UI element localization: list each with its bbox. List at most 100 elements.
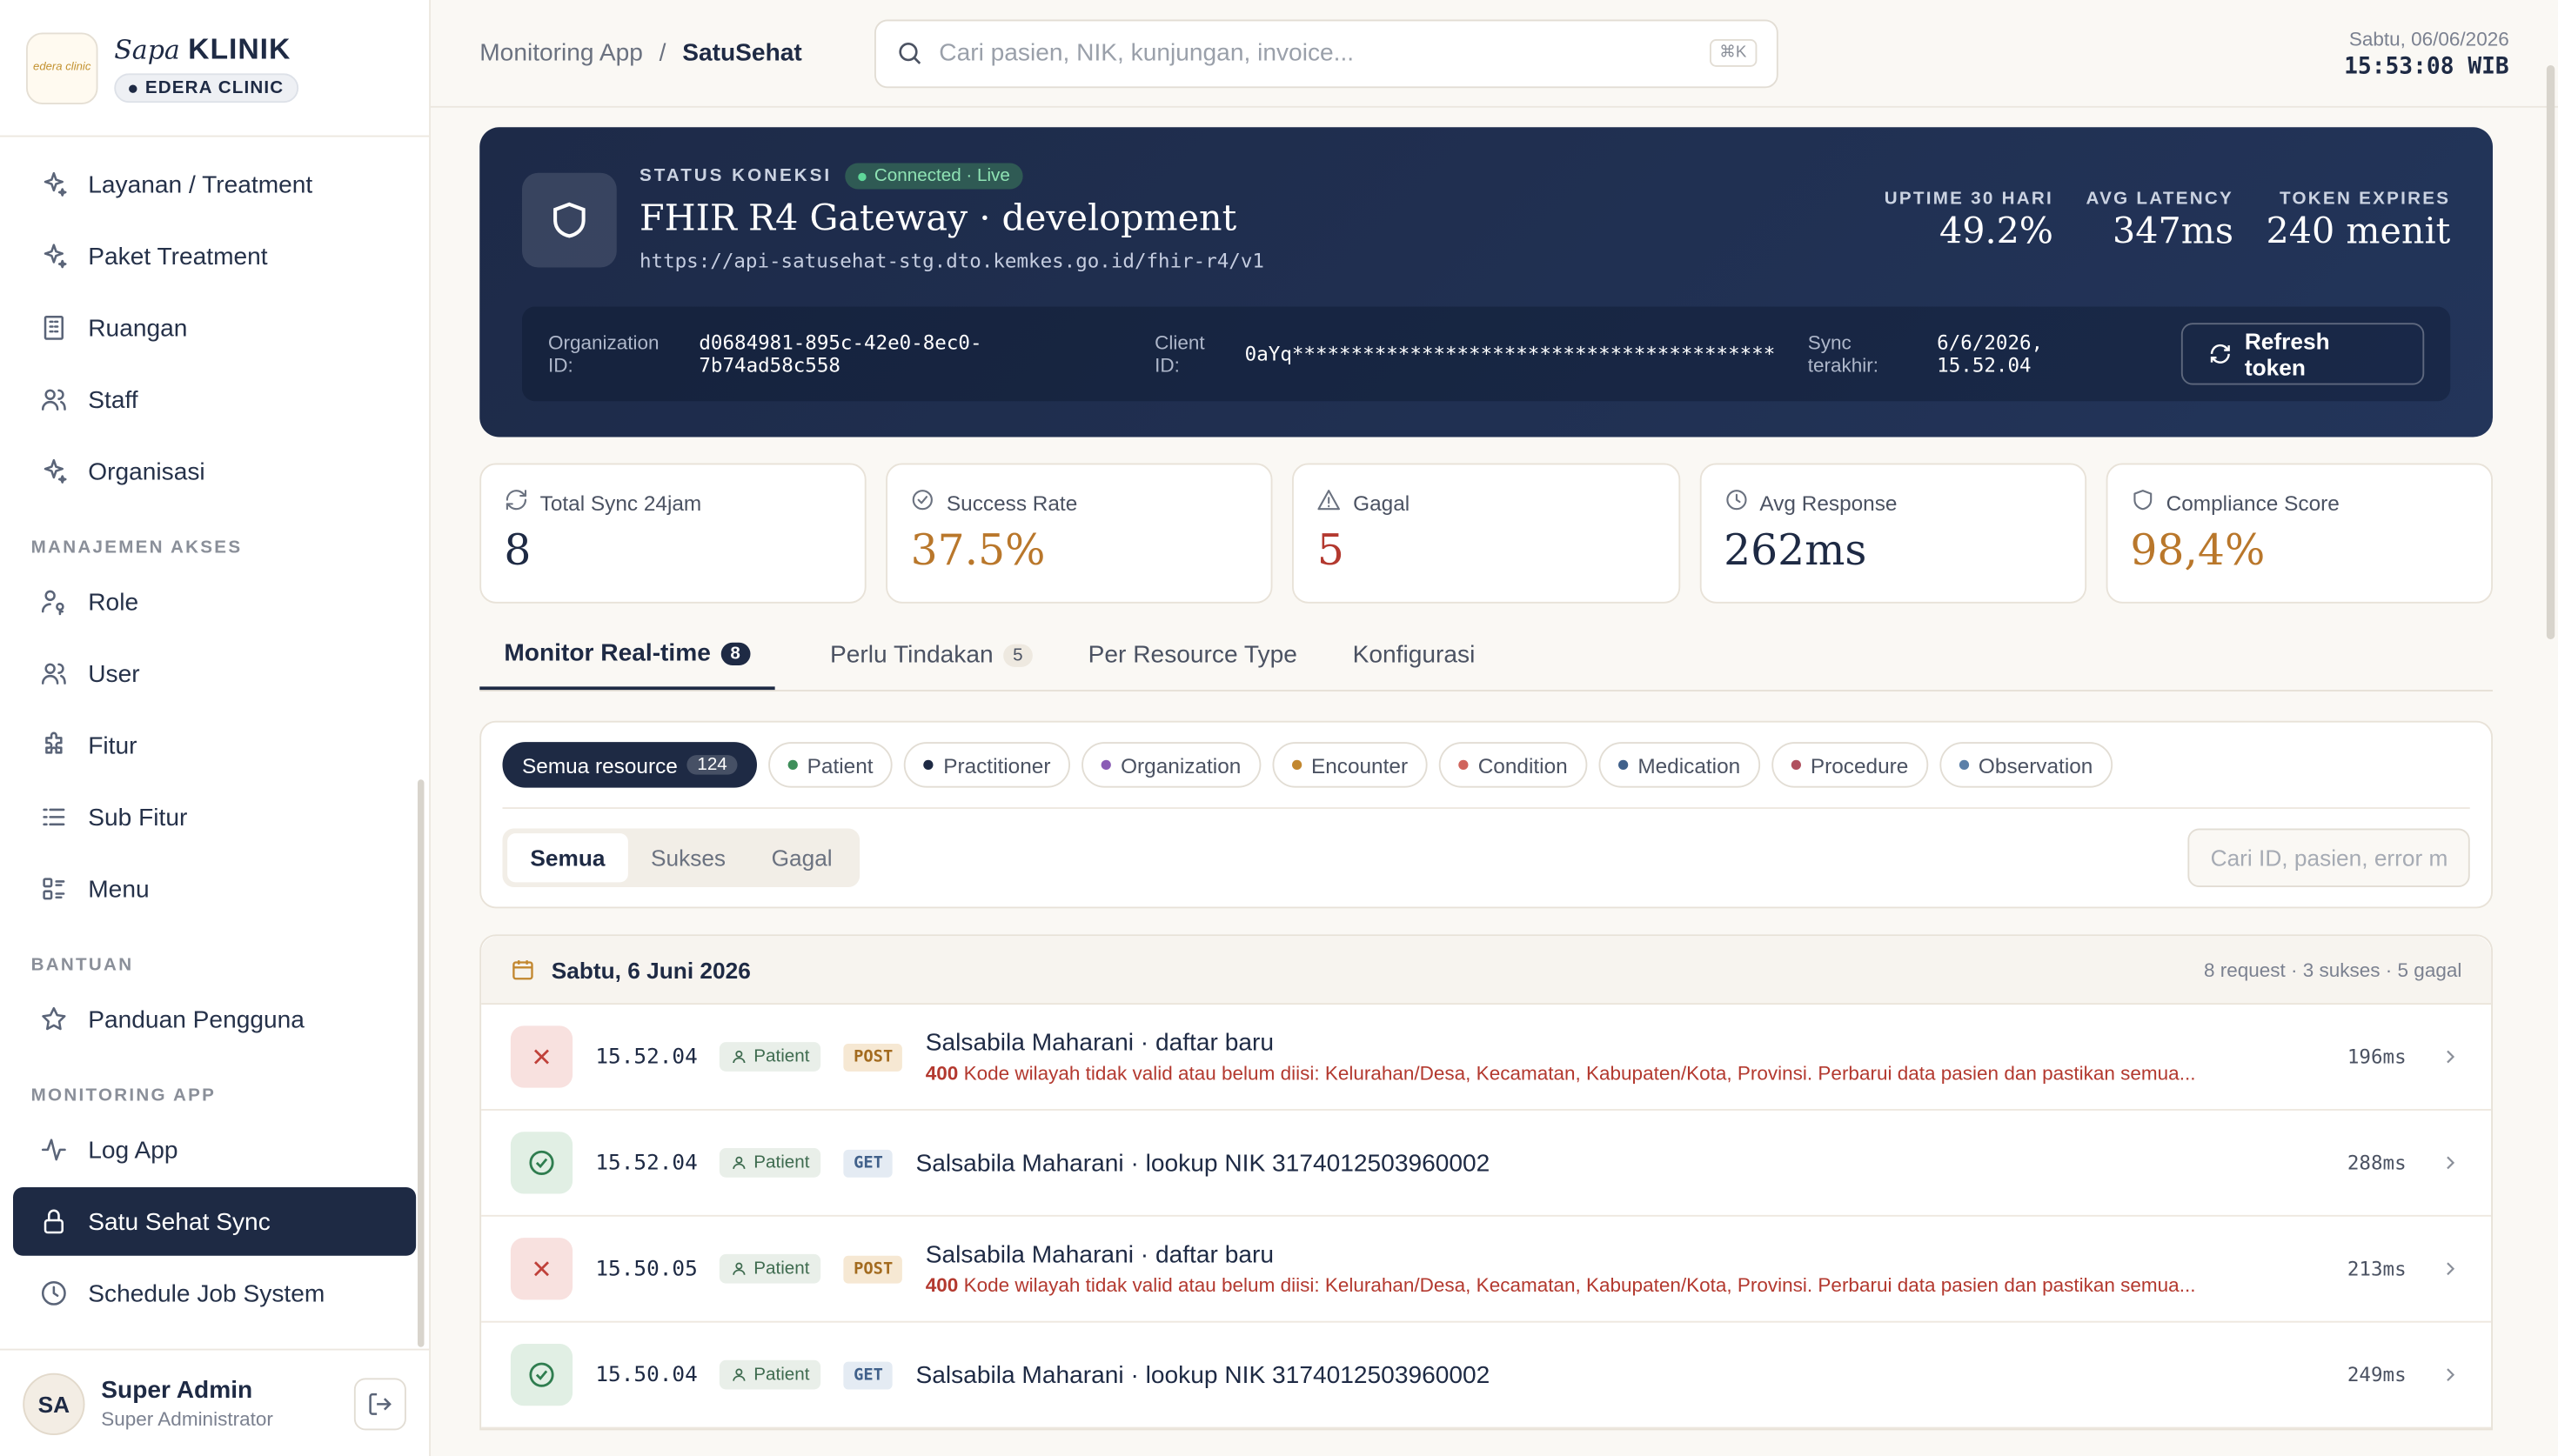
chevron-right-icon [2447, 1262, 2455, 1276]
filter-panel: Semua resource 124 Patient Practitioner Orga… [479, 720, 2493, 909]
chip-semua-resource[interactable]: Semua resource 124 [502, 742, 757, 788]
chevron-right-icon [2447, 1050, 2455, 1064]
tab-per-resource-type[interactable]: Per Resource Type [1088, 639, 1297, 690]
sidebar-item-role[interactable]: Role [13, 568, 416, 637]
log-group-header: Sabtu, 6 Juni 2026 8 request · 3 sukses … [481, 936, 2492, 1005]
segment-sukses[interactable]: Sukses [628, 833, 749, 882]
resource-dot [1291, 759, 1302, 770]
sidebar-item-label: Organisasi [88, 457, 205, 485]
chip-label: Medication [1637, 752, 1741, 778]
table-row[interactable]: 15.52.04 Patient GET Salsabila Maharani … [481, 1111, 2492, 1217]
http-method-badge: POST [843, 1043, 903, 1071]
resource-dot [1458, 759, 1469, 770]
row-time: 15.50.05 [595, 1256, 698, 1281]
chip-procedure[interactable]: Procedure [1771, 742, 1928, 788]
metric-value: 240 menit [2266, 211, 2451, 253]
sidebar-item-organisasi[interactable]: Organisasi [13, 437, 416, 506]
puzzle-icon [45, 731, 63, 754]
stat-value: 37.5% [910, 526, 1046, 576]
sidebar-item-staff[interactable]: Staff [13, 365, 416, 434]
stat-label: Success Rate [946, 490, 1078, 515]
chip-practitioner[interactable]: Practitioner [904, 742, 1070, 788]
chip-patient[interactable]: Patient [767, 742, 894, 788]
users-icon [41, 663, 66, 685]
chip-label: Practitioner [943, 752, 1051, 778]
sidebar-item-ruangan[interactable]: Ruangan [13, 294, 416, 363]
sidebar-item-user[interactable]: User [13, 639, 416, 708]
chip-organization[interactable]: Organization [1081, 742, 1261, 788]
stat-card-gagal: Gagal 5 [1292, 463, 1680, 604]
resource-dot [923, 759, 934, 770]
user-role: Super Administrator [101, 1407, 273, 1431]
stat-card-compliance-score: Compliance Score 98,4% [2106, 463, 2494, 604]
log-search-placeholder: Cari ID, pasien, error m [2210, 845, 2448, 872]
sidebar-item-sub-fitur[interactable]: Sub Fitur [13, 783, 416, 852]
sidebar-item-paket-treatment[interactable]: Paket Treatment [13, 222, 416, 291]
table-row[interactable]: 15.50.04 Patient GET Salsabila Maharani … [481, 1323, 2492, 1429]
sidebar-item-label: User [88, 659, 140, 688]
sparkle-icon [44, 171, 67, 197]
main-scrollbar[interactable] [2546, 65, 2555, 639]
avatar[interactable]: SA [23, 1372, 85, 1435]
chip-label: Patient [807, 752, 874, 778]
metric-avg-latency: AVG LATENCY 347ms [2086, 190, 2234, 273]
log-search-input[interactable]: Cari ID, pasien, error m [2187, 828, 2470, 887]
metric-value: 347ms [2112, 211, 2234, 253]
app-name: Sapa KLINIK [114, 32, 291, 66]
sync-log-list: Sabtu, 6 Juni 2026 8 request · 3 sukses … [479, 934, 2493, 1431]
sidebar-item-label: Menu [88, 874, 150, 903]
chip-condition[interactable]: Condition [1438, 742, 1588, 788]
topbar: Monitoring App / SatuSehat Cari pasien, … [431, 0, 2558, 108]
sidebar-item-fitur[interactable]: Fitur [13, 711, 416, 780]
breadcrumb-parent[interactable]: Monitoring App [479, 39, 643, 67]
resource-dot [1617, 759, 1629, 770]
status-success-icon [510, 1344, 573, 1406]
chip-label: Condition [1477, 752, 1568, 778]
shortcut-hint: ⌘K [1709, 39, 1757, 67]
star-icon [42, 1006, 66, 1031]
stat-label: Gagal [1353, 490, 1410, 515]
chip-label: Observation [1978, 752, 2093, 778]
resource-dot [1791, 759, 1801, 770]
segment-gagal[interactable]: Gagal [748, 833, 855, 882]
chip-observation[interactable]: Observation [1939, 742, 2113, 788]
log-group-summary: 8 request · 3 sukses · 5 gagal [2203, 958, 2462, 981]
user-name: Super Admin [101, 1376, 253, 1405]
segment-semua[interactable]: Semua [507, 833, 628, 883]
chevron-right-icon [2447, 1368, 2455, 1381]
shield-icon [2133, 490, 2152, 511]
sidebar-item-panduan-pengguna[interactable]: Panduan Pengguna [13, 985, 416, 1054]
status-segmented-control: Semua Sukses Gagal [502, 828, 860, 887]
monitor-tabs: Monitor Real-time 8 Perlu Tindakan 5 Per Res… [479, 639, 2493, 691]
breadcrumb-current: SatuSehat [682, 39, 802, 67]
sidebar-item-schedule-job-system[interactable]: Schedule Job System [13, 1259, 416, 1328]
sidebar-item-log-app[interactable]: Log App [13, 1116, 416, 1185]
sidebar-scrollbar[interactable] [418, 779, 425, 1347]
clinic-badge[interactable]: EDERA CLINIC [114, 73, 299, 104]
refresh-token-button[interactable]: Refresh token [2180, 323, 2425, 385]
chip-medication[interactable]: Medication [1598, 742, 1760, 788]
stat-value: 5 [1316, 526, 1344, 576]
org-id-value: d0684981-895c-42e0-8ec0-7b74ad58c558 [699, 331, 982, 377]
sidebar-item-label: Satu Sehat Sync [88, 1207, 271, 1236]
global-search-input[interactable]: Cari pasien, NIK, kunjungan, invoice... … [874, 18, 1778, 88]
row-time: 15.52.04 [595, 1150, 698, 1175]
user-key-icon [41, 590, 64, 616]
table-row[interactable]: 15.52.04 Patient POST Salsabila Maharani… [481, 1005, 2492, 1111]
last-sync-label: Sync terakhir: [1807, 331, 1879, 377]
sidebar-item-layanan-treatment[interactable]: Layanan / Treatment [13, 150, 416, 219]
sidebar-item-satu-sehat-sync[interactable]: Satu Sehat Sync [13, 1187, 417, 1256]
sidebar-item-menu[interactable]: Menu [13, 855, 416, 924]
sidebar-item-label: Ruangan [88, 313, 188, 342]
tab-perlu-tindakan[interactable]: Perlu Tindakan 5 [830, 639, 1033, 690]
tab-monitor-real-time[interactable]: Monitor Real-time 8 [479, 639, 775, 691]
logout-button[interactable] [353, 1377, 406, 1430]
brand-header: edera clinic Sapa KLINIK EDERA CLINIC [0, 0, 430, 137]
chip-encounter[interactable]: Encounter [1271, 742, 1428, 788]
stat-label: Total Sync 24jam [539, 490, 702, 515]
resource-dot [1959, 759, 1969, 770]
row-title: Salsabila Maharani · lookup NIK 31740125… [915, 1148, 1490, 1177]
tab-konfigurasi[interactable]: Konfigurasi [1353, 639, 1476, 690]
table-row[interactable]: 15.50.05 Patient POST Salsabila Maharani… [481, 1217, 2492, 1323]
section-bantuan: BANTUAN [30, 955, 134, 976]
